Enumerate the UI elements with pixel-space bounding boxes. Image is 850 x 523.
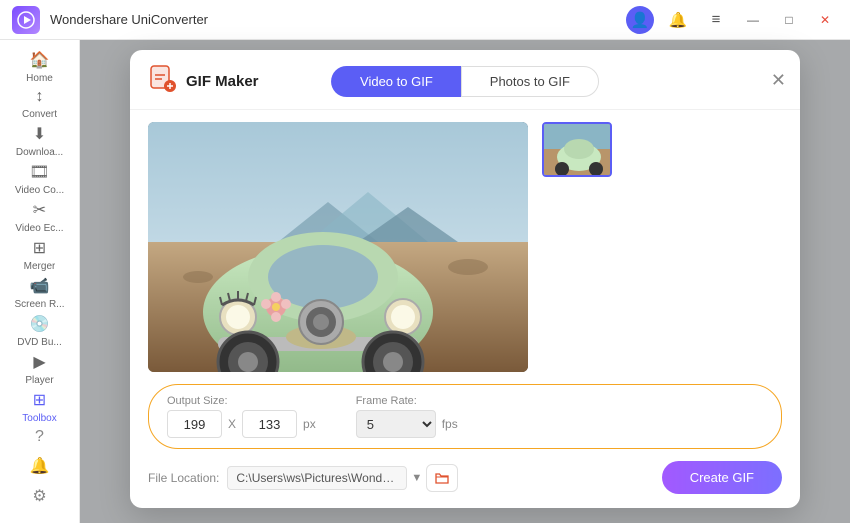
x-separator: X [228,417,236,431]
px-unit: px [303,417,316,431]
hamburger-menu-icon[interactable]: ≡ [702,6,730,34]
notifications-icon[interactable]: 🔔 [30,456,50,476]
titlebar-controls: 👤 🔔 ≡ — □ ✕ [626,6,838,34]
sidebar-item-label: Home [26,73,53,84]
tab-photos-to-gif[interactable]: Photos to GIF [461,66,599,97]
folder-icon [434,470,450,486]
sidebar: 🏠 Home ↕ Convert ⬇ Downloa... 🎞 Video Co… [0,40,80,523]
output-height-input[interactable] [242,410,297,438]
screen-record-icon: 📹 [30,276,50,296]
modal-body [130,110,800,384]
sidebar-item-video-edit[interactable]: ✂ Video Ec... [5,200,75,234]
modal-overlay: GIF Maker Video to GIF Photos to GIF ✕ [80,40,850,523]
close-button[interactable]: ✕ [812,7,838,33]
merger-icon: ⊞ [33,238,46,258]
help-icon[interactable]: ? [35,428,44,446]
maximize-button[interactable]: □ [776,7,802,33]
sidebar-item-home[interactable]: 🏠 Home [5,50,75,84]
thumbnail-image [544,124,610,175]
content-area: GIF Maker Video to GIF Photos to GIF ✕ [80,40,850,523]
app-title: Wondershare UniConverter [50,12,208,27]
sidebar-item-label: Video Co... [15,185,64,196]
gif-maker-modal: GIF Maker Video to GIF Photos to GIF ✕ [130,50,800,508]
settings-icon[interactable]: ⚙ [32,486,46,506]
file-location-path: C:\Users\ws\Pictures\Wonders... [227,466,407,490]
file-location-label: File Location: [148,471,219,485]
frame-rate-select[interactable]: 5 10 15 20 25 30 [356,410,436,438]
sidebar-item-dvd-burn[interactable]: 💿 DVD Bu... [5,314,75,348]
browse-folder-button[interactable] [426,464,458,492]
sidebar-item-label: Merger [24,261,56,272]
player-icon: ▶ [33,352,45,372]
titlebar: Wondershare UniConverter 👤 🔔 ≡ — □ ✕ [0,0,850,40]
sidebar-item-label: Downloa... [16,147,63,158]
app-logo [12,6,40,34]
sidebar-item-label: Convert [22,109,57,120]
sidebar-item-convert[interactable]: ↕ Convert [5,88,75,120]
frame-rate-controls: Frame Rate: 5 10 15 20 25 30 [356,395,458,438]
main-layout: 🏠 Home ↕ Convert ⬇ Downloa... 🎞 Video Co… [0,40,850,523]
output-controls: Output Size: X px Frame Rate: [148,384,782,449]
bell-icon[interactable]: 🔔 [664,6,692,34]
modal-title: GIF Maker [186,73,259,90]
sidebar-bottom: ? 🔔 ⚙ [30,428,50,516]
sidebar-item-video-compress[interactable]: 🎞 Video Co... [5,162,75,196]
file-location-row: File Location: C:\Users\ws\Pictures\Wond… [130,449,800,508]
sidebar-item-label: Video Ec... [15,223,63,234]
sidebar-item-merger[interactable]: ⊞ Merger [5,238,75,272]
frame-rate-group: Frame Rate: 5 10 15 20 25 30 [356,395,458,438]
sidebar-item-label: Toolbox [22,413,56,424]
toolbox-icon: ⊞ [33,390,46,410]
sidebar-item-download[interactable]: ⬇ Downloa... [5,124,75,158]
create-gif-button[interactable]: Create GIF [662,461,782,494]
sidebar-item-label: DVD Bu... [17,337,61,348]
video-frame-image [148,122,528,372]
thumbnails-panel [542,122,612,177]
dvd-icon: 💿 [30,314,50,334]
video-edit-icon: ✂ [33,200,46,220]
sidebar-item-player[interactable]: ▶ Player [5,352,75,386]
add-file-icon [148,64,176,99]
output-size-value-group: X px [167,410,316,438]
video-preview-panel [148,122,528,372]
sidebar-item-screen-record[interactable]: 📹 Screen R... [5,276,75,310]
output-width-input[interactable] [167,410,222,438]
thumbnail-item[interactable] [542,122,612,177]
sidebar-item-label: Screen R... [14,299,64,310]
home-icon: 🏠 [30,50,50,70]
video-compress-icon: 🎞 [29,162,49,182]
frame-rate-value-group: 5 10 15 20 25 30 fps [356,410,458,438]
convert-icon: ↕ [36,88,44,106]
output-size-label: Output Size: [167,395,316,407]
sidebar-item-label: Player [25,375,53,386]
file-location-path-group: C:\Users\ws\Pictures\Wonders... ▼ [227,464,653,492]
download-icon: ⬇ [33,124,46,144]
minimize-button[interactable]: — [740,7,766,33]
modal-header: GIF Maker Video to GIF Photos to GIF ✕ [130,50,800,110]
modal-tabs: Video to GIF Photos to GIF [331,66,599,97]
close-modal-button[interactable]: ✕ [771,71,786,89]
path-dropdown-indicator[interactable]: ▼ [411,472,422,484]
output-size-group: Output Size: X px [167,395,316,438]
fps-unit: fps [442,417,458,431]
frame-rate-label: Frame Rate: [356,395,458,407]
sidebar-item-toolbox[interactable]: ⊞ Toolbox [5,390,75,424]
user-account-icon[interactable]: 👤 [626,6,654,34]
tab-video-to-gif[interactable]: Video to GIF [331,66,461,97]
